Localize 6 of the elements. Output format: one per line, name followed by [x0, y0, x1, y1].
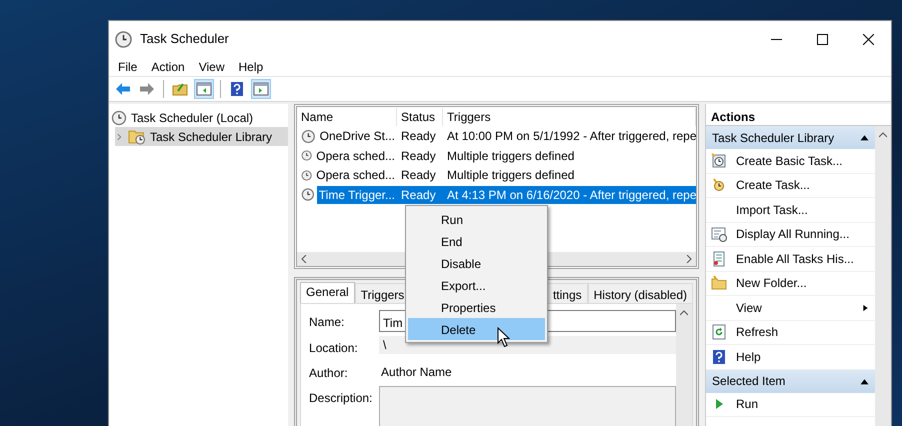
field-label: Name: [309, 314, 346, 331]
field-label: Location: [309, 340, 359, 357]
field-label: Description: [309, 390, 374, 407]
window-title: Task Scheduler [140, 30, 229, 48]
field-label: Author: [309, 365, 349, 382]
author-value: Author Name [380, 364, 453, 379]
